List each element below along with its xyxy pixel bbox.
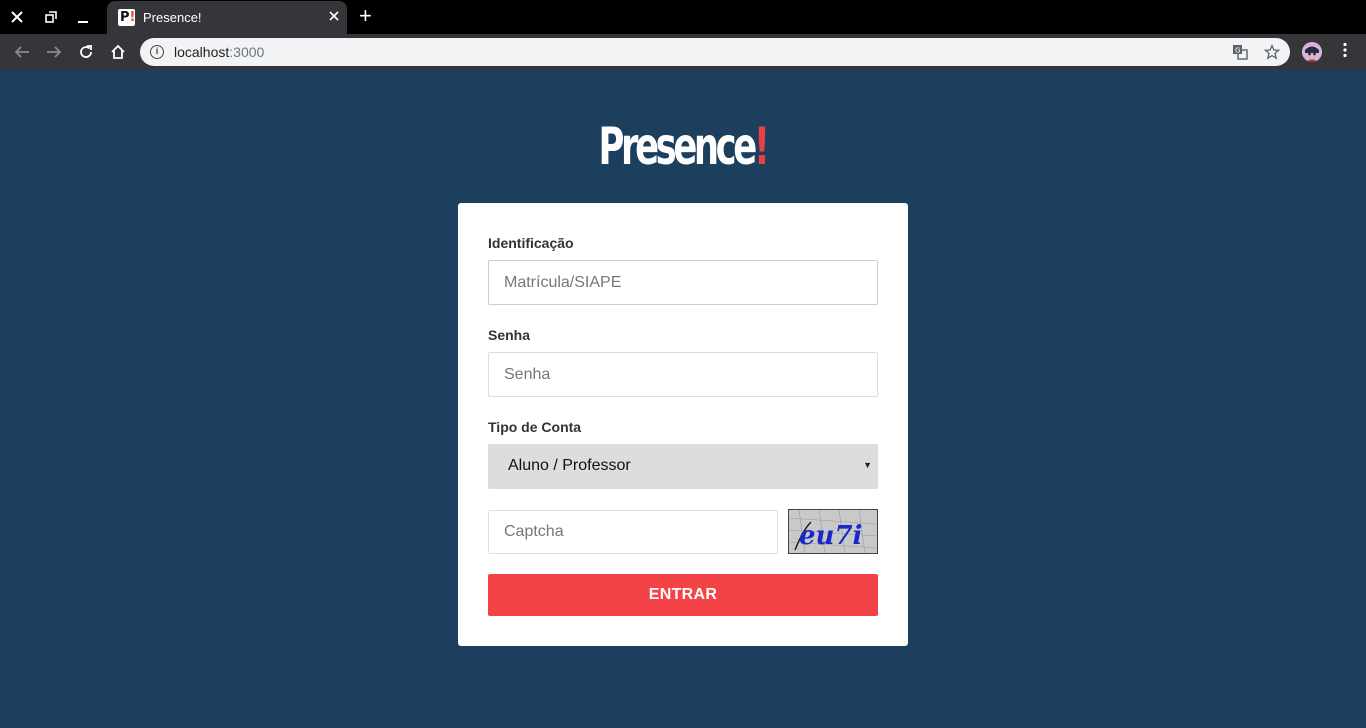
logo-bang: ! <box>754 117 770 177</box>
svg-text:G: G <box>1235 47 1240 55</box>
info-icon[interactable]: i <box>150 45 164 59</box>
login-card: Identificação Senha Tipo de Conta Aluno … <box>458 203 908 646</box>
window-restore-icon[interactable] <box>40 6 62 28</box>
new-tab-button[interactable]: + <box>359 5 372 27</box>
browser-tab[interactable]: P! Presence! <box>107 1 347 34</box>
captcha-text: eu7i <box>799 521 862 551</box>
arrow-left-icon[interactable] <box>10 40 34 64</box>
captcha-input[interactable] <box>488 510 778 554</box>
arrow-right-icon[interactable] <box>42 40 66 64</box>
reload-icon[interactable] <box>74 40 98 64</box>
account-type-label: Tipo de Conta <box>488 419 582 435</box>
account-type-value: Aluno / Professor <box>508 457 631 474</box>
browser-toolbar: i localhost:3000 G <box>0 34 1366 70</box>
identification-label: Identificação <box>488 235 574 251</box>
presence-logo: Presence! <box>583 114 783 180</box>
home-icon[interactable] <box>106 40 130 64</box>
window-minimize-icon[interactable] <box>72 6 94 28</box>
translate-icon[interactable]: G <box>1232 44 1248 60</box>
star-icon[interactable] <box>1263 43 1281 60</box>
identification-input[interactable] <box>488 260 878 305</box>
tab-close-icon[interactable] <box>329 8 339 24</box>
window-close-icon[interactable] <box>6 6 28 28</box>
login-submit-button[interactable]: ENTRAR <box>488 574 878 616</box>
profile-avatar[interactable] <box>1302 42 1322 62</box>
logo-text: Presence <box>599 117 758 177</box>
browser-tab-bar: P! Presence! + <box>0 0 1366 34</box>
tab-title: Presence! <box>143 10 202 25</box>
password-label: Senha <box>488 327 531 343</box>
url-text: localhost:3000 <box>174 44 265 60</box>
tab-favicon: P! <box>118 9 136 26</box>
password-input[interactable] <box>488 352 878 397</box>
account-type-select[interactable]: Aluno / Professor ▼ <box>488 444 878 489</box>
address-bar[interactable]: i localhost:3000 G <box>140 38 1290 66</box>
captcha-image: eu7i <box>788 509 878 554</box>
more-vertical-icon[interactable] <box>1340 42 1350 64</box>
chevron-down-icon: ▼ <box>863 460 872 470</box>
